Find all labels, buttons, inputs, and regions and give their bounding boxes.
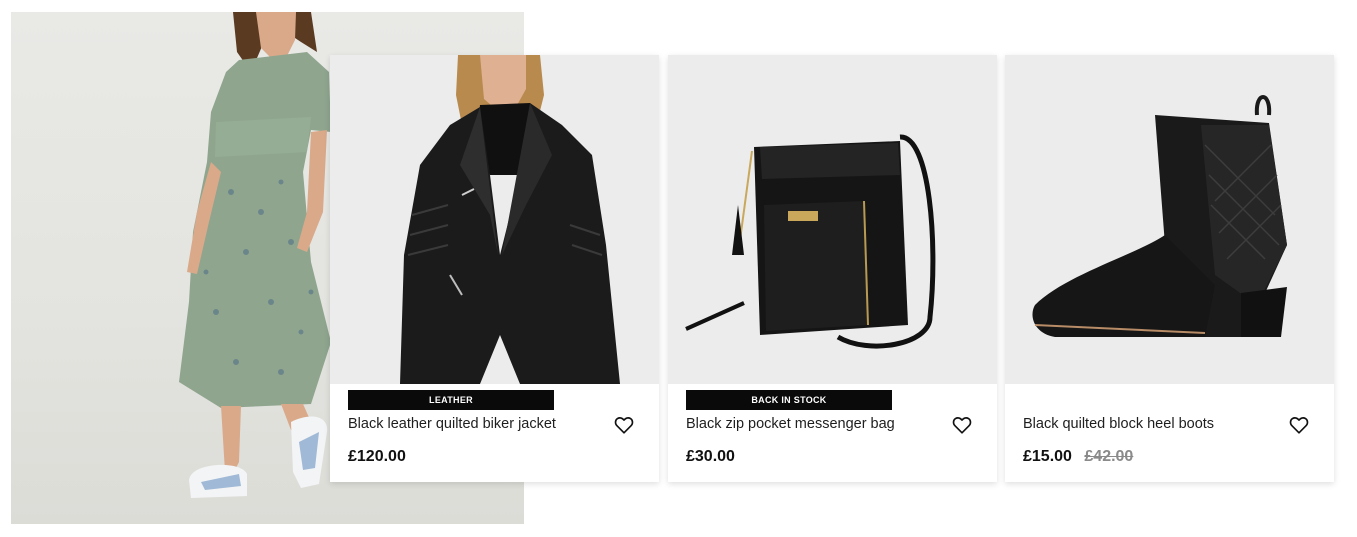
price-row: £30.00	[686, 448, 735, 466]
price-row: £120.00	[348, 448, 406, 466]
product-price: £30.00	[686, 448, 735, 465]
product-title[interactable]: Black leather quilted biker jacket	[348, 416, 598, 432]
product-title[interactable]: Black zip pocket messenger bag	[686, 416, 936, 432]
product-card[interactable]: BACK IN STOCK Black zip pocket messenger…	[668, 55, 997, 482]
product-carousel: LEATHER Black leather quilted biker jack…	[0, 0, 1357, 537]
product-badge: LEATHER	[348, 390, 554, 410]
heart-icon[interactable]	[1289, 416, 1309, 434]
product-badge: BACK IN STOCK	[686, 390, 892, 410]
product-card[interactable]: LEATHER Black leather quilted biker jack…	[330, 55, 659, 482]
product-image[interactable]	[330, 55, 659, 384]
product-price: £120.00	[348, 448, 406, 465]
price-row: £15.00 £42.00	[1023, 448, 1133, 466]
was-price: £42.00	[1084, 448, 1134, 465]
heart-icon[interactable]	[952, 416, 972, 434]
product-image[interactable]	[668, 55, 997, 384]
product-price: £15.00	[1023, 448, 1072, 465]
product-image[interactable]	[1005, 55, 1334, 384]
heart-icon[interactable]	[614, 416, 634, 434]
product-title[interactable]: Black quilted block heel boots	[1023, 416, 1273, 432]
product-card[interactable]: Black quilted block heel boots £15.00 £4…	[1005, 55, 1334, 482]
